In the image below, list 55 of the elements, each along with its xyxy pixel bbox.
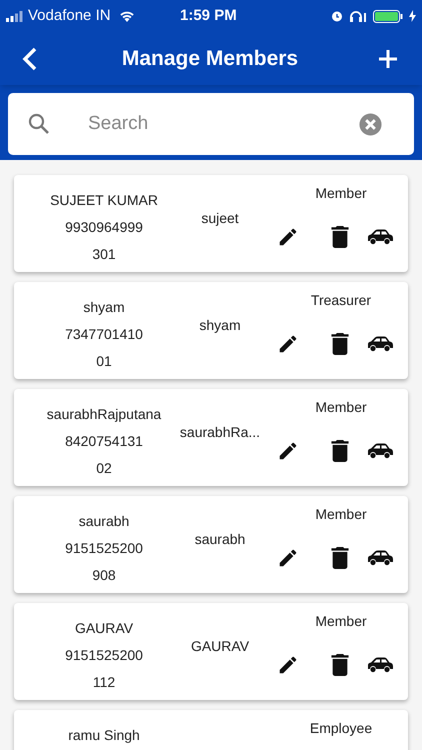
unit-number: 112 bbox=[92, 673, 116, 691]
unit-number: 01 bbox=[96, 352, 112, 370]
member-card[interactable]: GAURAV 9151525200 112 GAURAV Member bbox=[14, 603, 408, 700]
username: saurabhRa... bbox=[180, 423, 260, 441]
member-role: Member bbox=[314, 184, 367, 203]
car-icon[interactable] bbox=[366, 442, 394, 460]
wifi-icon bbox=[118, 10, 135, 22]
member-name: SUJEET KUMAR bbox=[50, 191, 158, 209]
trash-icon[interactable] bbox=[330, 654, 348, 676]
car-icon[interactable] bbox=[366, 656, 394, 674]
username: GAURAV bbox=[190, 637, 250, 655]
member-card[interactable]: saurabhRajputana 8420754131 02 saurabhRa... Member bbox=[14, 389, 408, 486]
unit-number: 301 bbox=[92, 245, 116, 263]
car-icon[interactable] bbox=[366, 335, 394, 353]
car-icon[interactable] bbox=[366, 228, 394, 246]
username: saurabh bbox=[194, 530, 246, 548]
phone-number: 8420754131 bbox=[65, 432, 143, 450]
member-card[interactable]: saurabh 9151525200 908 saurabh Member bbox=[14, 496, 408, 593]
headphones-icon bbox=[349, 10, 367, 22]
trash-icon[interactable] bbox=[330, 226, 348, 248]
member-role: Member bbox=[314, 612, 367, 631]
member-name: shyam bbox=[83, 298, 125, 316]
member-card[interactable]: ramu Singh Employee bbox=[14, 710, 408, 750]
clear-icon[interactable] bbox=[359, 113, 382, 136]
car-icon[interactable] bbox=[366, 549, 394, 567]
unit-number: 02 bbox=[96, 459, 112, 477]
alarm-clock-icon bbox=[331, 10, 343, 22]
member-role: Member bbox=[314, 398, 367, 417]
member-role: Treasurer bbox=[310, 291, 372, 310]
page-title: Manage Members bbox=[120, 46, 300, 72]
carrier-name: Vodafone IN bbox=[28, 6, 111, 26]
member-name: saurabhRajputana bbox=[46, 405, 162, 423]
phone-number: 9930964999 bbox=[65, 218, 143, 236]
member-role: Employee bbox=[308, 719, 372, 738]
username: shyam bbox=[199, 316, 241, 334]
username: sujeet bbox=[201, 209, 239, 227]
member-card[interactable]: SUJEET KUMAR 9930964999 301 sujeet Member bbox=[14, 175, 408, 272]
unit-number: 908 bbox=[92, 566, 116, 584]
trash-icon[interactable] bbox=[330, 440, 348, 462]
clock-time: 1:59 PM bbox=[180, 6, 237, 26]
search-icon bbox=[28, 113, 50, 135]
search-field[interactable]: Search bbox=[8, 93, 414, 155]
member-name: GAURAV bbox=[74, 619, 134, 637]
member-role: Member bbox=[314, 505, 367, 524]
trash-icon[interactable] bbox=[330, 333, 348, 355]
member-name: ramu Singh bbox=[68, 726, 140, 744]
phone-number: 9151525200 bbox=[65, 539, 143, 557]
phone-number: 7347701410 bbox=[65, 325, 143, 343]
trash-icon[interactable] bbox=[330, 547, 348, 569]
signal-icon bbox=[6, 10, 24, 22]
phone-number: 9151525200 bbox=[65, 646, 143, 664]
battery-icon bbox=[373, 10, 403, 22]
member-card[interactable]: shyam 7347701410 01 shyam Treasurer bbox=[14, 282, 408, 379]
charging-bolt-icon bbox=[409, 10, 416, 22]
member-name: saurabh bbox=[78, 512, 130, 530]
